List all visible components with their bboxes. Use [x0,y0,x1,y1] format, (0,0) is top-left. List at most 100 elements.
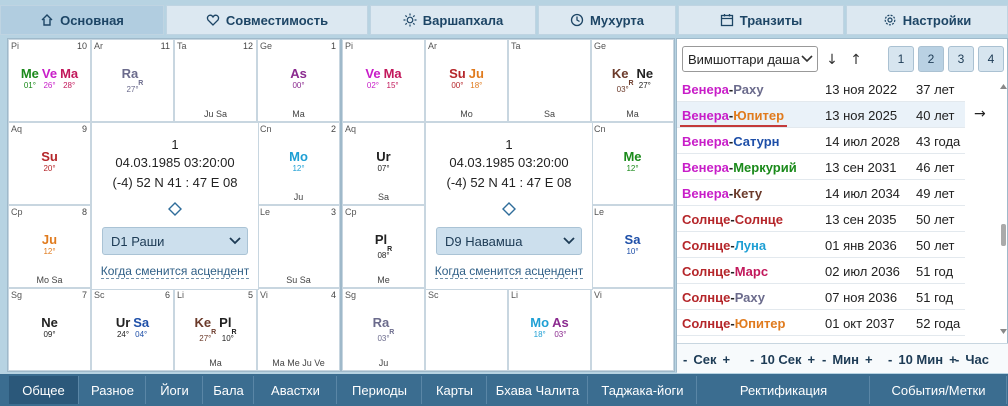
dasha-row[interactable]: Венера-Юпитер 13 ноя 2025 40 лет → [677,102,986,128]
level-button-4[interactable]: 4 [978,46,1004,72]
dasha-row[interactable]: Солнце-Марс 02 июл 2036 51 год [677,258,965,284]
dasha-row[interactable]: Солнце-Раху 07 ноя 2036 51 год [677,284,965,310]
dasha-system-select[interactable]: Вимшоттари даша [682,46,818,72]
scrollbar[interactable] [998,82,1008,336]
planet-ra[interactable]: RaR 03° [373,316,395,343]
bottom-tab-2[interactable]: Йоги [147,376,203,404]
house-li[interactable]: Li Mo 18° As 03° [508,288,591,371]
planet-me[interactable]: Me 01° [21,67,39,90]
time-step-2[interactable]: - Мин + [822,344,873,374]
planet-mo[interactable]: Mo 18° [530,316,549,339]
level-button-3[interactable]: 3 [948,46,974,72]
planet-pl[interactable]: PlR 08° [375,233,392,260]
planet-pl[interactable]: PlR 10° [219,316,236,343]
house-ge[interactable]: Ge KeR 03° Ne 27° Ma [591,39,674,122]
bottom-tab-0[interactable]: Общее [9,376,79,404]
plus-icon[interactable]: + [865,352,873,367]
division-select[interactable]: D1 Раши [102,227,248,255]
tab-settings[interactable]: Настройки [846,5,1008,35]
level-button-1[interactable]: 1 [888,46,914,72]
dasha-row[interactable]: Солнце-Солнце 13 сен 2035 50 лет [677,206,965,232]
minus-icon[interactable]: - [955,352,959,367]
house-aq[interactable]: Aq 9 Su 20° [8,122,91,205]
house-cn[interactable]: Cn Me 12° [591,122,674,205]
bottom-tab-7[interactable]: Бхава Чалита [488,376,588,404]
bottom-tab-10[interactable]: События/Метки [871,376,1007,404]
house-sc[interactable]: Sc 6 Ur 24° Sa 04° [91,288,174,371]
house-cp[interactable]: Cp 8 Ju 12° Mo Sa [8,205,91,288]
sort-down-arrow-icon[interactable]: ↓ [823,48,841,72]
planet-ur[interactable]: Ur 07° [376,150,390,173]
house-vi[interactable]: Vi [591,288,674,371]
dasha-row[interactable]: Солнце-Юпитер 01 окт 2037 52 года [677,310,965,336]
planet-ra[interactable]: RaR 27° [122,67,144,94]
bottom-tab-6[interactable]: Карты [423,376,487,404]
bottom-tab-4[interactable]: Авастхи [255,376,337,404]
planet-ne[interactable]: Ne 09° [41,316,58,339]
house-cp[interactable]: Cp PlR 08° Me [342,205,425,288]
house-pi[interactable]: Pi 10 Me 01° Ve 26° Ma 28° [8,39,91,122]
house-vi[interactable]: Vi 4 Ma Me Ju Ve [257,288,340,371]
planet-ve[interactable]: Ve 26° [42,67,57,90]
dasha-row[interactable]: Венера-Раху 13 ноя 2022 37 лет [677,82,965,102]
minus-icon[interactable]: - [683,352,687,367]
ascendant-change-link[interactable]: Когда сменится асцендент [426,264,592,279]
sort-up-arrow-icon[interactable]: ↑ [847,48,865,72]
planet-mo[interactable]: Mo 12° [289,150,308,173]
planet-su[interactable]: Su 00° [449,67,466,90]
bottom-tab-9[interactable]: Ректификация [698,376,870,404]
house-sg[interactable]: Sg 7 Ne 09° [8,288,91,371]
house-li[interactable]: Li 5 KeR 27° PlR 10° Ma [174,288,257,371]
planet-ma[interactable]: Ma 15° [384,67,402,90]
house-cn[interactable]: Cn 2 Mo 12° Ju [257,122,340,205]
planet-ke[interactable]: KeR 27° [194,316,216,343]
level-button-2[interactable]: 2 [918,46,944,72]
planet-ur[interactable]: Ur 24° [116,316,130,339]
planet-ju[interactable]: Ju 18° [469,67,484,90]
tab-transits[interactable]: Транзиты [678,5,844,35]
ascendant-change-link[interactable]: Когда сменится асцендент [92,264,258,279]
house-pi[interactable]: Pi Ve 02° Ma 15° [342,39,425,122]
planet-ke[interactable]: KeR 03° [612,67,634,94]
planet-ne[interactable]: Ne 27° [637,67,654,94]
minus-icon[interactable]: - [822,352,826,367]
house-le[interactable]: Le Sa 10° [591,205,674,288]
house-aq[interactable]: Aq Ur 07° Sa [342,122,425,205]
bottom-tab-8[interactable]: Таджака-йоги [589,376,697,404]
planet-sa[interactable]: Sa 04° [133,316,149,339]
planet-sa[interactable]: Sa 10° [625,233,641,256]
division-select[interactable]: D9 Навамша [436,227,582,255]
house-sg[interactable]: Sg RaR 03° Ju [342,288,425,371]
minus-icon[interactable]: - [750,352,754,367]
dasha-row[interactable]: Венера-Меркурий 13 сен 2031 46 лет [677,154,965,180]
house-ta[interactable]: Ta Sa [508,39,591,122]
tab-muhurta[interactable]: Мухурта [538,5,676,35]
planet-me[interactable]: Me 12° [623,150,641,173]
dasha-row[interactable]: Венера-Сатурн 14 июл 2028 43 года [677,128,965,154]
planet-ju[interactable]: Ju 12° [42,233,57,256]
planet-as[interactable]: As 03° [552,316,569,339]
house-ar[interactable]: Ar Su 00° Ju 18° Mo [425,39,508,122]
diamond-chart-style-icon[interactable] [502,202,516,216]
time-step-1[interactable]: -10 Сек + [750,344,815,374]
bottom-tab-5[interactable]: Периоды [338,376,422,404]
plus-icon[interactable]: + [808,352,816,367]
minus-icon[interactable]: - [888,352,892,367]
house-le[interactable]: Le 3 Su Sa [257,205,340,288]
time-step-4[interactable]: - Час [955,344,989,374]
tab-compatibility[interactable]: Совместимость [166,5,368,35]
bottom-tab-1[interactable]: Разное [80,376,146,404]
dasha-list[interactable]: Венера-Раху 13 ноя 2022 37 лет Венера-Юпите… [677,82,999,336]
planet-as[interactable]: As 00° [290,67,307,90]
dasha-row[interactable]: Венера-Кету 14 июл 2034 49 лет [677,180,965,206]
time-step-0[interactable]: - Сек + [683,344,730,374]
planet-ve[interactable]: Ve 02° [365,67,380,90]
house-ge[interactable]: Ge 1 As 00° Ma [257,39,340,122]
house-ar[interactable]: Ar 11 RaR 27° [91,39,174,122]
tab-varshaphala[interactable]: Варшапхала [370,5,536,35]
dasha-row[interactable]: Солнце-Луна 01 янв 2036 50 лет [677,232,965,258]
diamond-chart-style-icon[interactable] [168,202,182,216]
time-step-3[interactable]: -10 Мин + [888,344,957,374]
plus-icon[interactable]: + [722,352,730,367]
house-sc[interactable]: Sc [425,288,508,371]
